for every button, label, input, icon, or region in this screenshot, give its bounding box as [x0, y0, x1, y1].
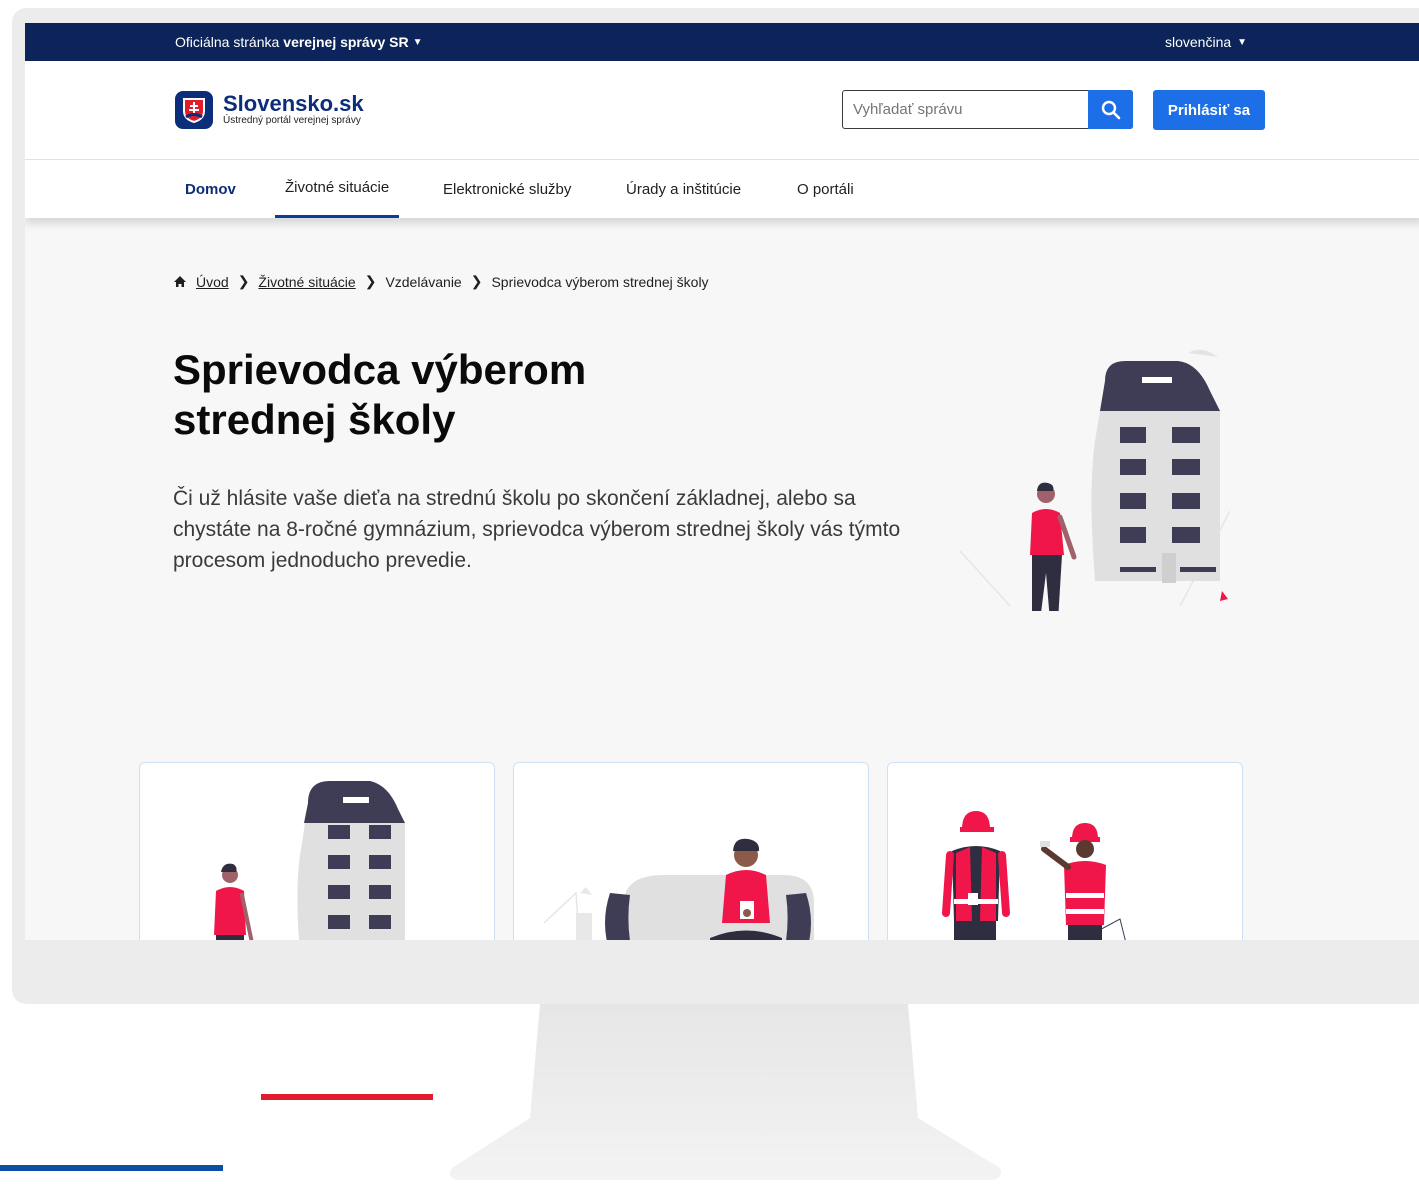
breadcrumb: Úvod ❯ Životné situácie ❯ Vzdelávanie ❯ …	[173, 273, 709, 290]
breadcrumb-link-life-situations[interactable]: Životné situácie	[258, 274, 355, 290]
site-header: Slovensko.sk Ústredný portál verejnej sp…	[25, 61, 1419, 160]
construction-workers-illustration	[942, 811, 1126, 940]
logo-subtitle: Ústredný portál verejnej správy	[223, 115, 361, 126]
login-button[interactable]: Prihlásiť sa	[1153, 90, 1265, 130]
coat-of-arms-icon	[175, 91, 213, 129]
search-button[interactable]	[1088, 90, 1133, 129]
page-title: Sprievodca výberom strednej školy	[173, 345, 733, 445]
chevron-right-icon: ❯	[237, 273, 250, 289]
card-school-selection[interactable]	[139, 762, 495, 940]
caret-down-icon: ▼	[412, 36, 423, 48]
official-bold: verejnej správy SR	[283, 34, 409, 50]
language-selector[interactable]: slovenčina ▼	[1165, 34, 1247, 50]
breadcrumb-link-home[interactable]: Úvod	[196, 274, 229, 290]
caret-down-icon: ▼	[1237, 36, 1248, 48]
search-box	[842, 90, 1133, 129]
nav-item-institutions[interactable]: Úrady a inštitúcie	[626, 160, 741, 218]
student-on-sofa-illustration	[543, 838, 814, 940]
decorative-blue-line	[0, 1165, 223, 1171]
site-logo[interactable]: Slovensko.sk Ústredný portál verejnej sp…	[175, 91, 364, 129]
page-title-line1: Sprievodca výberom	[173, 346, 587, 393]
nav-item-electronic-services[interactable]: Elektronické služby	[443, 160, 571, 218]
school-building-illustration	[214, 781, 405, 940]
logo-title: Slovensko.sk	[223, 91, 364, 116]
chevron-right-icon: ❯	[364, 273, 377, 289]
card-gymnasium[interactable]	[513, 762, 869, 940]
official-site-toggle[interactable]: Oficiálna stránka verejnej správy SR ▼	[175, 34, 422, 50]
nav-item-home[interactable]: Domov	[185, 160, 236, 218]
home-icon	[174, 276, 186, 287]
breadcrumb-current: Sprievodca výberom strednej školy	[491, 273, 709, 290]
main-nav: Domov Životné situácie Elektronické služ…	[25, 160, 1419, 218]
language-label: slovenčina	[1165, 34, 1232, 50]
nav-item-life-situations[interactable]: Životné situácie	[275, 160, 400, 218]
official-site-bar: Oficiálna stránka verejnej správy SR ▼ s…	[25, 23, 1419, 61]
hero-description: Či už hlásite vaše dieťa na strednú škol…	[173, 487, 901, 572]
monitor-screen: Oficiálna stránka verejnej správy SR ▼ s…	[25, 23, 1419, 940]
official-prefix: Oficiálna stránka	[175, 34, 280, 50]
decorative-red-line	[261, 1094, 433, 1100]
nav-item-about[interactable]: O portáli	[797, 160, 854, 218]
search-input[interactable]	[843, 91, 1103, 128]
page-title-line2: strednej školy	[173, 396, 456, 443]
school-building-illustration	[959, 349, 1230, 611]
card-vocational[interactable]	[887, 762, 1243, 940]
search-icon	[1101, 100, 1120, 119]
chevron-right-icon: ❯	[470, 273, 483, 289]
breadcrumb-item-education: Vzdelávanie	[385, 273, 462, 290]
